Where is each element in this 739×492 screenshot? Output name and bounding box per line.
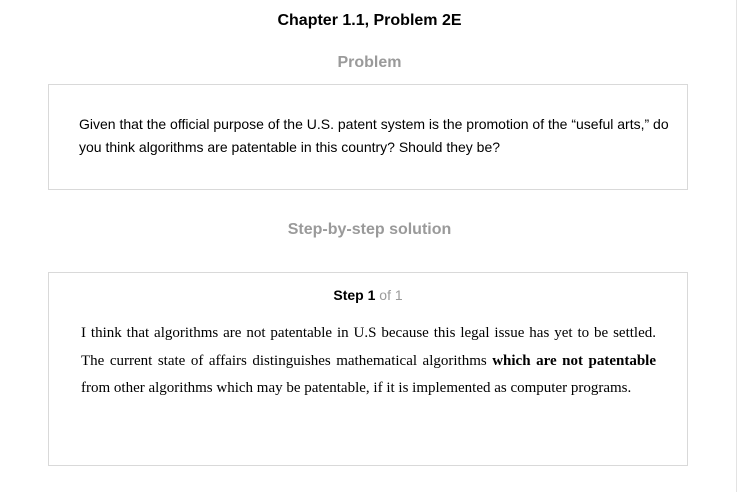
step-label: Step <box>333 287 364 303</box>
step-number: 1 <box>367 287 376 303</box>
step-indicator: Step 1 of 1 <box>49 286 687 304</box>
page-title: Chapter 1.1, Problem 2E <box>277 12 462 29</box>
problem-card: Given that the official purpose of the U… <box>48 84 688 190</box>
solution-text: I think that algorithms are not patentab… <box>81 320 656 403</box>
solution-text-part-2: from other algorithms which may be paten… <box>81 380 632 396</box>
problem-heading: Problem <box>337 54 402 71</box>
step-total: of 1 <box>379 287 403 303</box>
solution-card: Step 1 of 1 I think that algorithms are … <box>48 272 688 466</box>
solution-heading: Step-by-step solution <box>287 221 452 238</box>
problem-text: Given that the official purpose of the U… <box>79 116 669 155</box>
right-divider <box>736 0 737 492</box>
solution-text-emphasis: which are not patentable <box>492 352 656 369</box>
